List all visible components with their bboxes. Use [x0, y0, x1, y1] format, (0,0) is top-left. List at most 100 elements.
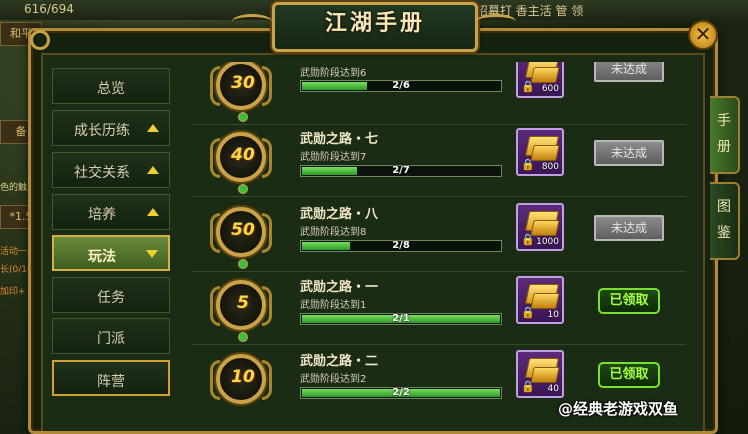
sidebar-item-quests[interactable]: 任务: [52, 277, 170, 313]
progress-bar: 2/2: [300, 387, 502, 399]
sidebar-item-label: 任务: [97, 290, 125, 306]
progress-bar: 2/8: [300, 240, 502, 252]
window-title: 江湖手册: [324, 11, 425, 36]
not-achieved-button[interactable]: 未达成: [594, 62, 664, 82]
list-item: 10 武勋之路・二 武勋阶段达到2 2/2 🔒 40 已领取: [192, 346, 686, 406]
gold-ingot-icon: [530, 67, 560, 83]
sidebar-item-gameplay[interactable]: 玩法: [52, 235, 170, 271]
progress-text: 2/7: [392, 165, 410, 176]
achievement-title: 武勋之路・八: [300, 207, 379, 222]
achievement-desc: 武勋阶段达到1: [300, 300, 367, 311]
sidebar-item-growth[interactable]: 成长历练: [52, 110, 170, 146]
progress-text: 2/6: [392, 80, 410, 91]
achievement-desc: 武勋阶段达到6: [300, 68, 367, 79]
sidebar-item-label: 总览: [97, 81, 125, 97]
level-badge-icon: 10: [210, 350, 274, 406]
sidebar-item-faction[interactable]: 阵营: [52, 360, 170, 396]
lock-icon: 🔒: [521, 380, 535, 393]
achievement-list[interactable]: 30 武勋阶段达到6 2/6 🔒 600 未达成 40 武勋之路・七 武勋阶段达…: [192, 62, 688, 406]
achievement-title: 武勋之路・二: [300, 354, 379, 369]
badge-number: 5: [237, 293, 249, 313]
sidebar-item-social[interactable]: 社交关系: [52, 152, 170, 188]
badge-number: 10: [231, 367, 255, 387]
collapse-down-arrow-icon: [146, 250, 158, 258]
reward-amount: 10: [547, 310, 559, 320]
gold-ingot-icon: [530, 367, 560, 383]
level-badge-icon: 30: [210, 62, 274, 122]
gold-ingot-icon: [530, 220, 560, 236]
sidebar-item-overview[interactable]: 总览: [52, 68, 170, 104]
lock-icon: 🔒: [521, 80, 535, 93]
progress-text: 2/1: [392, 313, 410, 324]
list-item: 30 武勋阶段达到6 2/6 🔒 600 未达成: [192, 62, 686, 125]
sidebar-item-label: 阵营: [97, 374, 125, 390]
sidebar-item-label: 培养: [88, 207, 116, 223]
list-item: 50 武勋之路・八 武勋阶段达到8 2/8 🔒 1000 未达成: [192, 199, 686, 272]
gem-icon: [238, 332, 248, 342]
expand-up-arrow-icon: [147, 124, 159, 132]
claimed-button[interactable]: 已领取: [598, 288, 660, 314]
reward-amount: 800: [541, 162, 559, 172]
progress-bar: 2/1: [300, 313, 502, 325]
achievement-desc: 武勋阶段达到8: [300, 227, 367, 238]
badge-number: 50: [231, 220, 255, 240]
expand-up-arrow-icon: [147, 166, 159, 174]
list-item: 5 武勋之路・一 武勋阶段达到1 2/1 🔒 10 已领取: [192, 272, 686, 345]
level-badge-icon: 5: [210, 276, 274, 342]
claimed-button[interactable]: 已领取: [598, 362, 660, 388]
list-item: 40 武勋之路・七 武勋阶段达到7 2/7 🔒 800 未达成: [192, 124, 686, 197]
window-title-plate: 江湖手册: [272, 2, 478, 52]
gem-icon: [238, 112, 248, 122]
title-ornament-left-icon: [232, 14, 272, 29]
lock-icon: 🔒: [521, 233, 535, 246]
gold-ingot-icon: [530, 145, 560, 161]
not-achieved-button[interactable]: 未达成: [594, 215, 664, 241]
level-badge-icon: 50: [210, 203, 274, 269]
tab-handbook-label-bottom: 册: [717, 139, 731, 155]
close-icon: ✕: [694, 22, 712, 46]
achievement-title: 武勋之路・一: [300, 280, 379, 295]
title-ornament-right-icon: [476, 14, 516, 29]
progress-bar: 2/7: [300, 165, 502, 177]
expand-up-arrow-icon: [147, 208, 159, 216]
background-hp-text: 616/694: [24, 2, 74, 16]
level-badge-icon: 40: [210, 128, 274, 194]
reward-slot[interactable]: 🔒 40: [516, 350, 564, 398]
tab-codex[interactable]: 图 鉴: [710, 182, 740, 260]
not-achieved-button[interactable]: 未达成: [594, 140, 664, 166]
progress-text: 2/2: [392, 387, 410, 398]
tab-handbook-label-top: 手: [717, 113, 731, 129]
sidebar-item-sect[interactable]: 门派: [52, 318, 170, 354]
sidebar-item-label: 成长历练: [74, 123, 130, 139]
background-snippet-4: 加印+: [0, 287, 26, 297]
progress-bar: 2/6: [300, 80, 502, 92]
sidebar-item-label: 玩法: [88, 249, 116, 265]
sidebar-item-label: 门派: [97, 331, 125, 347]
achievement-title: 武勋之路・七: [300, 132, 379, 147]
corner-ornament-icon: [30, 30, 50, 50]
reward-slot[interactable]: 🔒 1000: [516, 203, 564, 251]
tab-codex-label-top: 图: [717, 199, 731, 215]
sidebar-item-cultivate[interactable]: 培养: [52, 194, 170, 230]
sidebar-item-label: 社交关系: [74, 165, 130, 181]
watermark-text: @经典老游戏双鱼: [558, 400, 679, 418]
gold-ingot-icon: [530, 293, 560, 309]
achievement-desc: 武勋阶段达到2: [300, 374, 367, 385]
tab-codex-label-bottom: 鉴: [717, 225, 731, 241]
reward-slot[interactable]: 🔒 800: [516, 128, 564, 176]
reward-slot[interactable]: 🔒 10: [516, 276, 564, 324]
gem-icon: [238, 184, 248, 194]
tab-handbook[interactable]: 手 册: [710, 96, 740, 174]
achievement-desc: 武勋阶段达到7: [300, 152, 367, 163]
progress-text: 2/8: [392, 240, 410, 251]
reward-amount: 600: [541, 84, 559, 94]
close-button[interactable]: ✕: [688, 20, 718, 50]
lock-icon: 🔒: [521, 158, 535, 171]
reward-slot[interactable]: 🔒 600: [516, 62, 564, 98]
lock-icon: 🔒: [521, 306, 535, 319]
category-sidebar: 总览 成长历练 社交关系 培养 玩法 任务 门派 阵营: [52, 64, 174, 404]
badge-number: 40: [231, 145, 255, 165]
badge-number: 30: [231, 73, 255, 93]
reward-amount: 1000: [536, 237, 559, 247]
gem-icon: [238, 259, 248, 269]
